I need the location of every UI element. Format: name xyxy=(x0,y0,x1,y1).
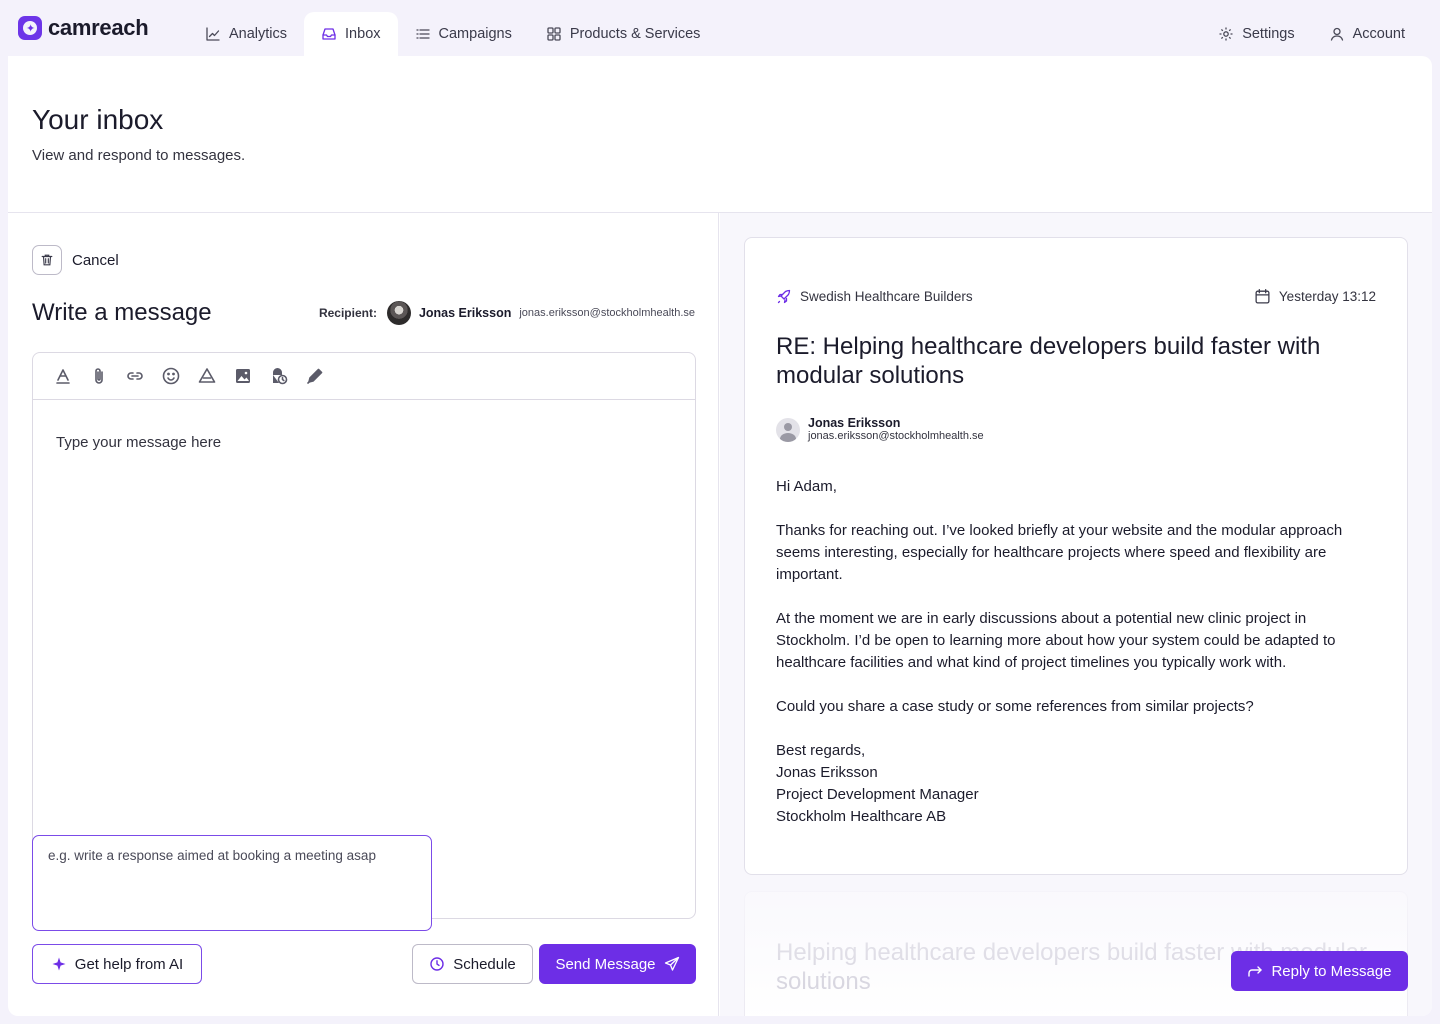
signature-title: Project Development Manager xyxy=(776,786,979,803)
message-editor: Type your message here xyxy=(32,352,696,919)
get-help-from-ai-button[interactable]: Get help from AI xyxy=(32,944,202,984)
nav-label: Settings xyxy=(1242,26,1295,42)
image-icon[interactable] xyxy=(233,366,253,386)
nav-item-analytics[interactable]: Analytics xyxy=(188,12,304,56)
nav-item-products-services[interactable]: Products & Services xyxy=(529,12,718,56)
rocket-icon xyxy=(777,289,791,303)
pen-icon[interactable] xyxy=(305,366,325,386)
send-icon xyxy=(664,956,679,971)
nav-label: Products & Services xyxy=(569,26,701,42)
ai-prompt-input[interactable]: e.g. write a response aimed at booking a… xyxy=(32,835,432,931)
nav-label: Analytics xyxy=(229,26,288,42)
sparkle-icon xyxy=(52,957,66,971)
list-icon xyxy=(415,29,430,39)
main-panel: Your inbox View and respond to messages.… xyxy=(8,56,1432,1016)
page-header: Your inbox View and respond to messages. xyxy=(8,56,1432,213)
message-paragraph: At the moment we are in early discussion… xyxy=(776,610,1336,671)
gear-icon xyxy=(1219,27,1233,41)
recipient-info: Recipient: Jonas Eriksson jonas.eriksson… xyxy=(319,301,695,325)
nav-item-account[interactable]: Account xyxy=(1312,12,1422,56)
trash-icon xyxy=(32,245,62,275)
sender-info: Jonas Eriksson jonas.eriksson@stockholmh… xyxy=(776,416,984,443)
message-subject: RE: Helping healthcare developers build … xyxy=(776,333,1321,389)
nav-label: Inbox xyxy=(345,26,381,42)
nav-item-campaigns[interactable]: Campaigns xyxy=(398,12,529,56)
message-meta: Swedish Healthcare Builders Yesterday 13… xyxy=(776,288,1376,305)
ai-button-label: Get help from AI xyxy=(74,955,184,973)
grid-icon xyxy=(547,27,561,41)
sender-name: Jonas Eriksson xyxy=(808,416,901,430)
nav-right: Settings Account xyxy=(1201,12,1422,56)
page-title: Your inbox xyxy=(32,104,164,135)
brand-name: camreach xyxy=(48,15,149,40)
brand-logo[interactable]: ✦ camreach xyxy=(18,15,149,41)
sign-off: Best regards, xyxy=(776,742,866,759)
recipient-email: jonas.eriksson@stockholmhealth.se xyxy=(519,307,695,319)
drive-icon[interactable] xyxy=(197,366,217,386)
reply-arrow-icon xyxy=(1248,966,1263,977)
emoji-icon[interactable] xyxy=(161,366,181,386)
send-message-button[interactable]: Send Message xyxy=(539,944,696,984)
editor-toolbar xyxy=(33,353,695,400)
nav-label: Account xyxy=(1352,26,1405,42)
calendar-icon xyxy=(1255,288,1270,304)
nav-label: Campaigns xyxy=(438,26,512,42)
chart-line-icon xyxy=(206,27,220,41)
avatar xyxy=(776,417,800,442)
message-panel: Swedish Healthcare Builders Yesterday 13… xyxy=(720,213,1432,1016)
cancel-button[interactable]: Cancel xyxy=(32,245,119,275)
sender-email: jonas.eriksson@stockholmhealth.se xyxy=(808,430,984,442)
compose-title: Write a message xyxy=(32,299,212,326)
signature-name: Jonas Eriksson xyxy=(776,764,878,781)
avatar xyxy=(386,301,411,325)
campaign-name: Swedish Healthcare Builders xyxy=(800,289,973,304)
recipient-label: Recipient: xyxy=(318,306,377,320)
main-nav: Analytics Inbox Campaigns Products & Ser… xyxy=(188,12,717,56)
send-label: Send Message xyxy=(555,955,656,973)
message-date: Yesterday 13:12 xyxy=(1254,288,1376,305)
camreach-logo-icon: ✦ xyxy=(18,16,42,40)
campaign-tag[interactable]: Swedish Healthcare Builders xyxy=(776,288,973,305)
nav-item-settings[interactable]: Settings xyxy=(1201,12,1311,56)
message-paragraph: Thanks for reaching out. I’ve looked bri… xyxy=(776,522,1343,583)
schedule-button[interactable]: Schedule xyxy=(412,944,533,984)
inbox-icon xyxy=(322,28,336,40)
reply-label: Reply to Message xyxy=(1271,962,1392,980)
paperclip-icon[interactable] xyxy=(89,366,109,386)
nav-item-inbox[interactable]: Inbox xyxy=(304,12,398,56)
link-icon[interactable] xyxy=(125,366,145,386)
message-body: Hi Adam, Thanks for reaching out. I’ve l… xyxy=(776,476,1376,828)
cancel-label: Cancel xyxy=(72,251,119,269)
timestamp: Yesterday 13:12 xyxy=(1278,289,1376,304)
message-greeting: Hi Adam, xyxy=(776,478,837,495)
clock-icon xyxy=(430,957,444,971)
page-subtitle: View and respond to messages. xyxy=(32,147,246,164)
lock-clock-icon[interactable] xyxy=(269,366,289,386)
compose-panel: Cancel Write a message Recipient: Jonas … xyxy=(8,213,719,1016)
text-format-icon[interactable] xyxy=(53,366,73,386)
recipient-name: Jonas Eriksson xyxy=(418,306,512,320)
message-paragraph: Could you share a case study or some ref… xyxy=(776,698,1254,715)
message-card: Swedish Healthcare Builders Yesterday 13… xyxy=(744,237,1408,875)
message-body-input[interactable]: Type your message here xyxy=(56,434,221,451)
reply-to-message-button[interactable]: Reply to Message xyxy=(1231,951,1408,991)
top-navigation: ✦ camreach Analytics Inbox Campaigns Pro… xyxy=(0,0,1440,56)
signature-company: Stockholm Healthcare AB xyxy=(776,808,947,825)
user-icon xyxy=(1330,27,1343,41)
schedule-label: Schedule xyxy=(453,955,516,973)
